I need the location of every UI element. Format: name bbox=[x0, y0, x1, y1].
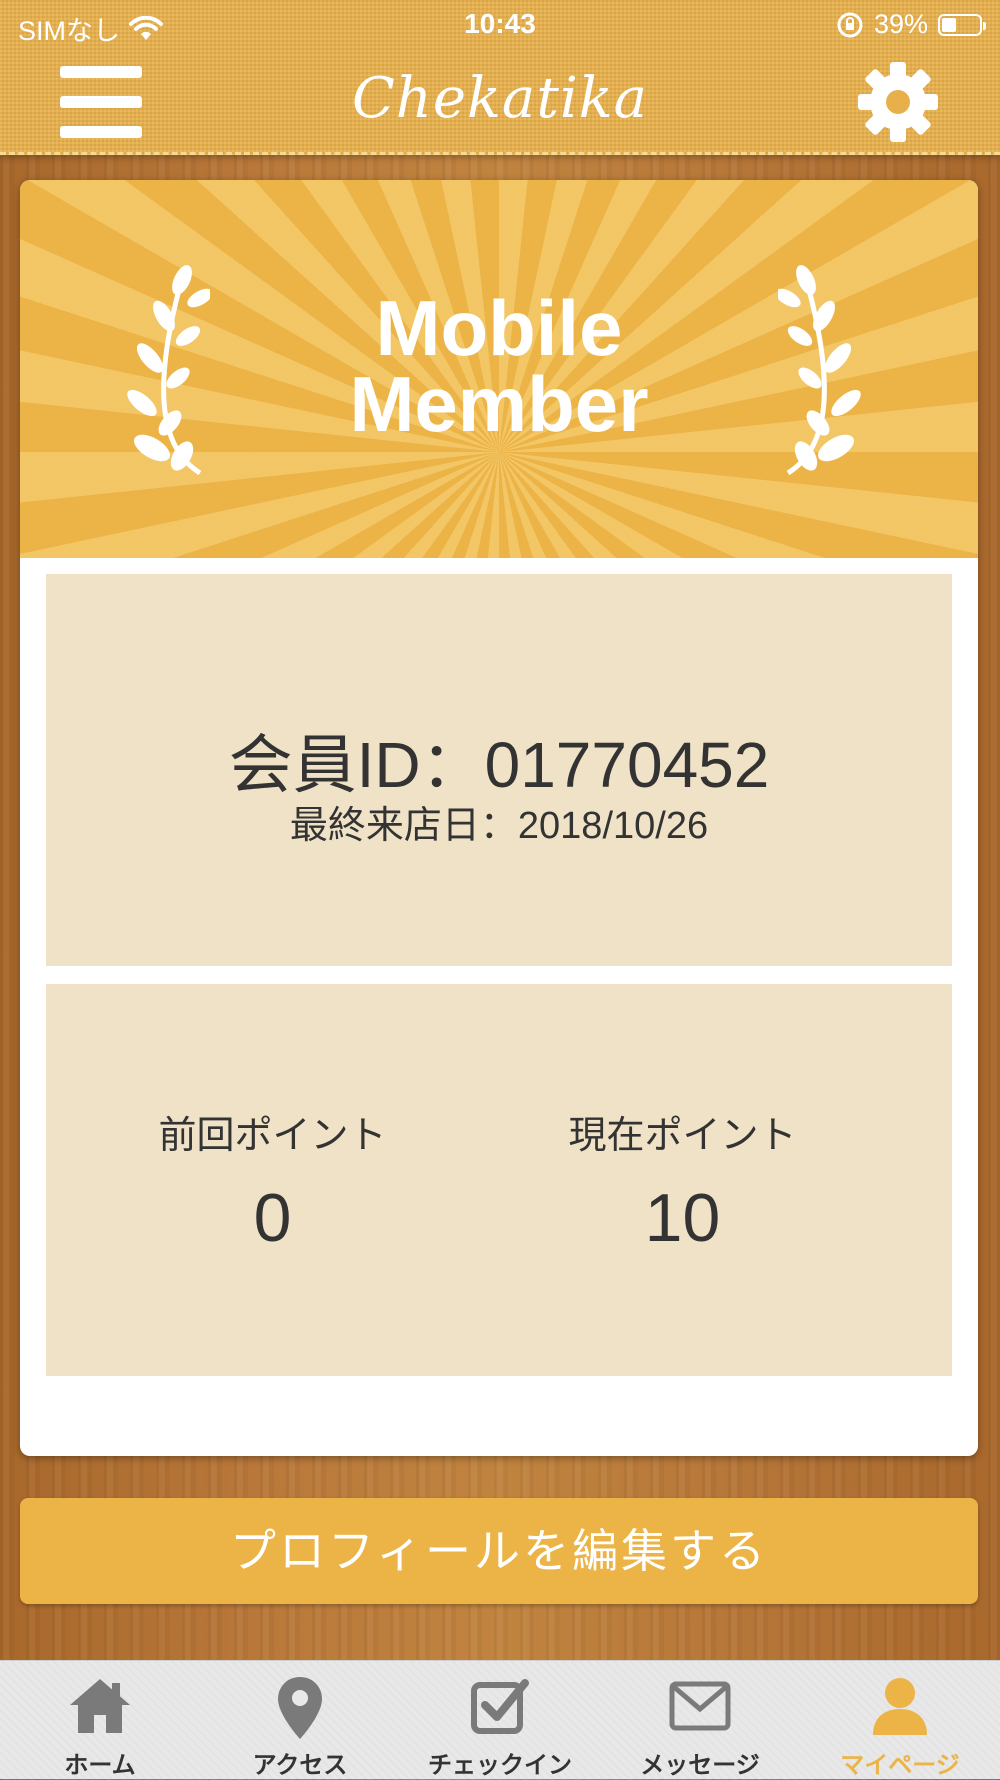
tab-home-label: ホーム bbox=[64, 1752, 136, 1779]
previous-points-value: 0 bbox=[253, 1180, 292, 1256]
previous-points-label: 前回ポイント bbox=[158, 1115, 387, 1157]
status-bar: SIMなし 10:43 39% bbox=[0, 0, 1000, 50]
points-panel: 前回ポイント 0 現在ポイント 10 bbox=[46, 984, 952, 1376]
app-header: SIMなし 10:43 39% Chekatika bbox=[0, 0, 1000, 155]
current-points-value: 10 bbox=[644, 1180, 721, 1256]
envelope-icon bbox=[669, 1681, 731, 1731]
tab-access[interactable]: アクセス bbox=[200, 1661, 400, 1779]
battery-percent: 39% bbox=[873, 9, 928, 39]
last-visit-date: 最終来店日：2018/10/26 bbox=[289, 805, 709, 847]
tab-mypage[interactable]: マイページ bbox=[800, 1661, 1000, 1779]
gear-icon bbox=[858, 62, 938, 142]
member-id: 会員ID：01770452 bbox=[228, 729, 770, 801]
tab-message[interactable]: メッセージ bbox=[600, 1661, 800, 1779]
laurel-right-icon bbox=[778, 265, 861, 476]
current-points-label: 現在ポイント bbox=[568, 1115, 797, 1157]
tab-access-label: アクセス bbox=[252, 1752, 348, 1779]
battery-level bbox=[942, 17, 956, 32]
member-card: Mobile Member 会員ID：01770452 最終来店日：2018/1… bbox=[20, 180, 978, 1456]
member-banner: Mobile Member bbox=[20, 180, 978, 558]
battery-icon bbox=[938, 13, 986, 36]
person-icon bbox=[873, 1678, 927, 1735]
tab-mypage-label: マイページ bbox=[840, 1752, 960, 1779]
tab-home[interactable]: ホーム bbox=[0, 1661, 200, 1779]
home-icon bbox=[70, 1679, 130, 1733]
settings-button[interactable] bbox=[856, 60, 940, 144]
checkbox-icon bbox=[471, 1679, 529, 1734]
tab-checkin[interactable]: チェックイン bbox=[400, 1661, 600, 1779]
tab-message-label: メッセージ bbox=[640, 1752, 760, 1779]
tab-checkin-label: チェックイン bbox=[428, 1752, 572, 1779]
app-title: Chekatika bbox=[351, 66, 649, 131]
previous-points: 前回ポイント 0 bbox=[46, 1104, 499, 1257]
current-points: 現在ポイント 10 bbox=[456, 1104, 909, 1257]
map-pin-icon bbox=[278, 1677, 322, 1739]
tab-bar: ホーム アクセス チェックイン メッセージ マイページ bbox=[0, 1660, 1000, 1779]
member-id-panel: 会員ID：01770452 最終来店日：2018/10/26 bbox=[46, 574, 952, 966]
edit-profile-button[interactable]: プロフィールを編集する bbox=[20, 1498, 978, 1604]
orientation-lock-icon bbox=[837, 12, 863, 37]
